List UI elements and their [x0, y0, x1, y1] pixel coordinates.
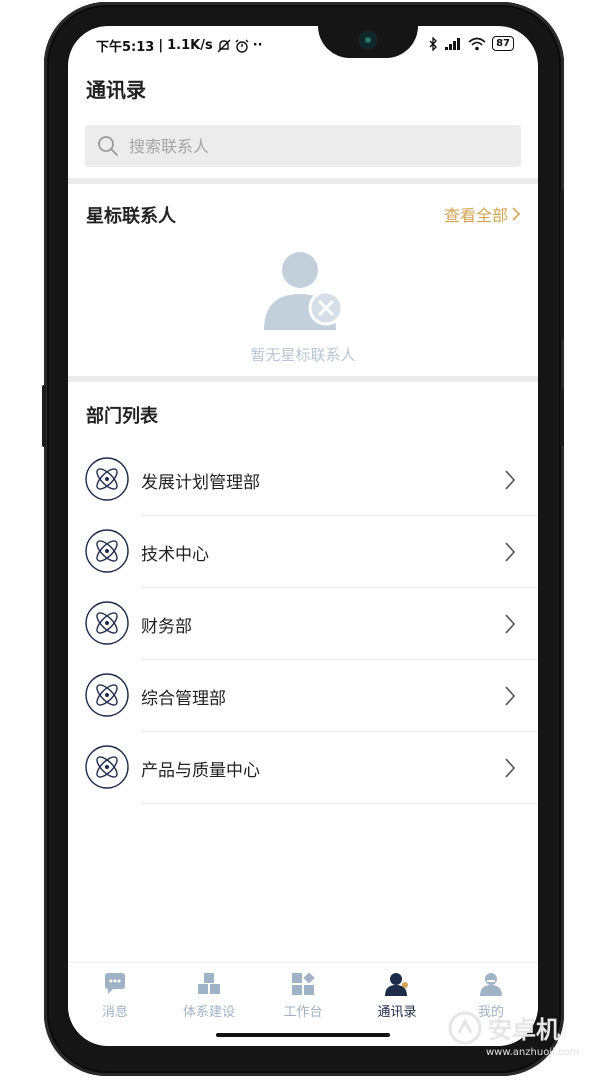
department-label: 产品与质量中心	[141, 761, 260, 781]
status-bar: 下午5:13 | 1.1K/s ·· 87	[68, 34, 538, 56]
volume-button	[42, 385, 46, 447]
department-row[interactable]: 综合管理部	[68, 660, 538, 732]
chevron-right-icon	[504, 469, 516, 491]
tab-label: 工作台	[283, 1005, 323, 1020]
tab-1[interactable]: 消息	[68, 963, 162, 1027]
page-title: 通讯录	[86, 78, 146, 102]
dashboard-grid-icon	[290, 971, 316, 997]
tab-label: 消息	[101, 1005, 128, 1020]
tab-label: 体系建设	[182, 1005, 235, 1020]
departments-section-title: 部门列表	[86, 406, 158, 427]
status-separator: |	[158, 38, 164, 53]
department-list: 发展计划管理部 技术中心财务部综合管理部产品与质量中心	[68, 444, 538, 804]
chevron-right-icon	[504, 541, 516, 563]
search-icon	[98, 136, 118, 156]
search-input[interactable]	[127, 135, 491, 157]
department-atom-icon	[85, 673, 129, 717]
department-label: 技术中心	[141, 545, 209, 565]
wifi-icon	[468, 37, 486, 50]
row-divider	[141, 803, 538, 804]
chevron-right-icon	[504, 613, 516, 635]
battery-indicator: 87	[492, 36, 514, 51]
department-label: 财务部	[141, 617, 192, 637]
profile-icon	[478, 971, 504, 997]
notification-muted-icon	[217, 39, 231, 52]
department-label: 发展计划管理部	[141, 473, 260, 493]
tab-4[interactable]: 通讯录	[350, 963, 444, 1027]
department-atom-icon	[85, 745, 129, 789]
side-button	[560, 388, 564, 446]
tab-label: 通讯录	[377, 1005, 417, 1020]
department-row[interactable]: 财务部	[68, 588, 538, 660]
status-network-speed: 1.1K/s	[167, 38, 213, 53]
view-all-label: 查看全部	[443, 206, 508, 225]
chevron-right-icon	[504, 685, 516, 707]
view-all-link[interactable]: 查看全部	[444, 202, 520, 226]
chevron-right-icon	[504, 757, 516, 779]
cubes-icon	[196, 971, 222, 997]
department-atom-icon	[85, 601, 129, 645]
section-divider	[68, 178, 538, 184]
department-atom-icon	[85, 529, 129, 573]
department-row[interactable]: 技术中心	[68, 516, 538, 588]
bluetooth-icon	[429, 36, 437, 51]
signal-hd-icon	[445, 37, 461, 50]
section-divider	[68, 376, 538, 382]
alarm-icon	[235, 39, 249, 53]
contacts-icon	[384, 971, 410, 997]
more-notifications-icon: ··	[252, 38, 263, 53]
tab-3[interactable]: 工作台	[256, 963, 350, 1027]
starred-section-title: 星标联系人	[86, 206, 176, 227]
app-screen: 下午5:13 | 1.1K/s ·· 87 通讯录 星标联系人 查看全部 暂无星…	[68, 26, 538, 1046]
watermark-logo-icon	[448, 1011, 482, 1044]
search-bar[interactable]	[85, 125, 521, 167]
department-atom-icon	[85, 457, 129, 501]
empty-starred-message: 暂无星标联系人	[250, 346, 356, 364]
watermark-text: 安卓机	[488, 1016, 560, 1044]
watermark: 安卓机	[448, 1010, 560, 1045]
department-row[interactable]: 产品与质量中心	[68, 732, 538, 804]
status-time: 下午5:13	[96, 40, 155, 55]
home-indicator[interactable]	[216, 1033, 390, 1037]
chat-bubble-icon	[102, 971, 128, 997]
empty-contact-avatar-icon	[264, 252, 344, 330]
power-button	[560, 190, 564, 340]
department-label: 综合管理部	[141, 689, 226, 709]
tab-2[interactable]: 体系建设	[162, 963, 256, 1027]
department-row[interactable]: 发展计划管理部	[68, 444, 538, 516]
watermark-url: www.anzhuoji.com	[486, 1047, 580, 1058]
chevron-right-icon	[512, 207, 520, 221]
